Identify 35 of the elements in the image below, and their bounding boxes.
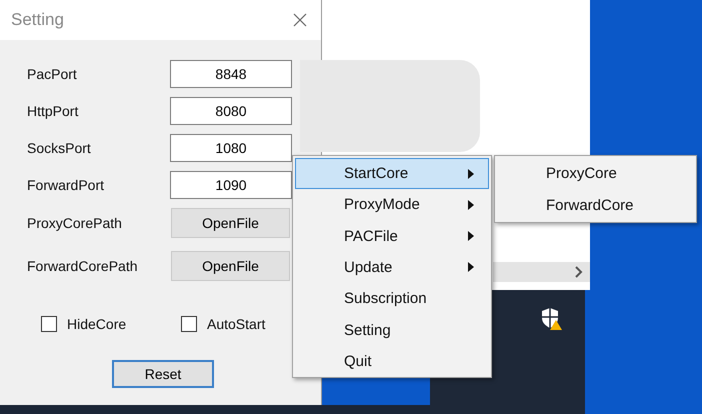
checkbox[interactable]	[41, 316, 57, 332]
checkbox[interactable]	[181, 316, 197, 332]
menu-item[interactable]: StartCore	[295, 158, 489, 190]
submenu-arrow-icon	[468, 200, 474, 210]
open-file-button[interactable]: OpenFile	[171, 251, 290, 281]
scroll-bar[interactable]	[493, 262, 590, 282]
port-input[interactable]: 1080	[170, 134, 292, 162]
field-label: ForwardPort	[27, 177, 106, 193]
submenu-arrow-icon	[468, 262, 474, 272]
submenu-arrow-icon	[468, 168, 474, 179]
port-input[interactable]: 8848	[170, 60, 292, 88]
shield-warning-icon[interactable]	[541, 307, 563, 331]
open-file-button[interactable]: OpenFile	[171, 208, 290, 238]
field-label: ForwardCorePath	[27, 258, 138, 274]
menu-item[interactable]: Setting	[295, 314, 489, 346]
menu-item[interactable]: ProxyMode	[295, 189, 489, 221]
reset-button[interactable]: Reset	[112, 360, 214, 388]
menu-item[interactable]: PACFile	[295, 220, 489, 252]
window-title: Setting	[11, 10, 64, 30]
close-icon[interactable]	[293, 13, 307, 27]
menu-item[interactable]: ProxyCore	[497, 158, 694, 190]
checkbox-label: HideCore	[67, 316, 126, 332]
field-label: SocksPort	[27, 140, 92, 156]
submenu-arrow-icon	[468, 231, 474, 242]
chevron-right-icon[interactable]	[574, 266, 584, 278]
port-input[interactable]: 8080	[170, 97, 292, 125]
port-input[interactable]: 1090	[170, 171, 292, 199]
menu-item[interactable]: Subscription	[295, 283, 489, 314]
menu-item[interactable]: ForwardCore	[497, 190, 694, 222]
menu-item[interactable]: Quit	[295, 346, 489, 377]
field-label: HttpPort	[27, 103, 80, 119]
field-label: PacPort	[27, 66, 78, 82]
field-label: ProxyCorePath	[27, 215, 123, 231]
checkbox-label: AutoStart	[207, 316, 266, 332]
menu-item[interactable]: Update	[295, 252, 489, 284]
